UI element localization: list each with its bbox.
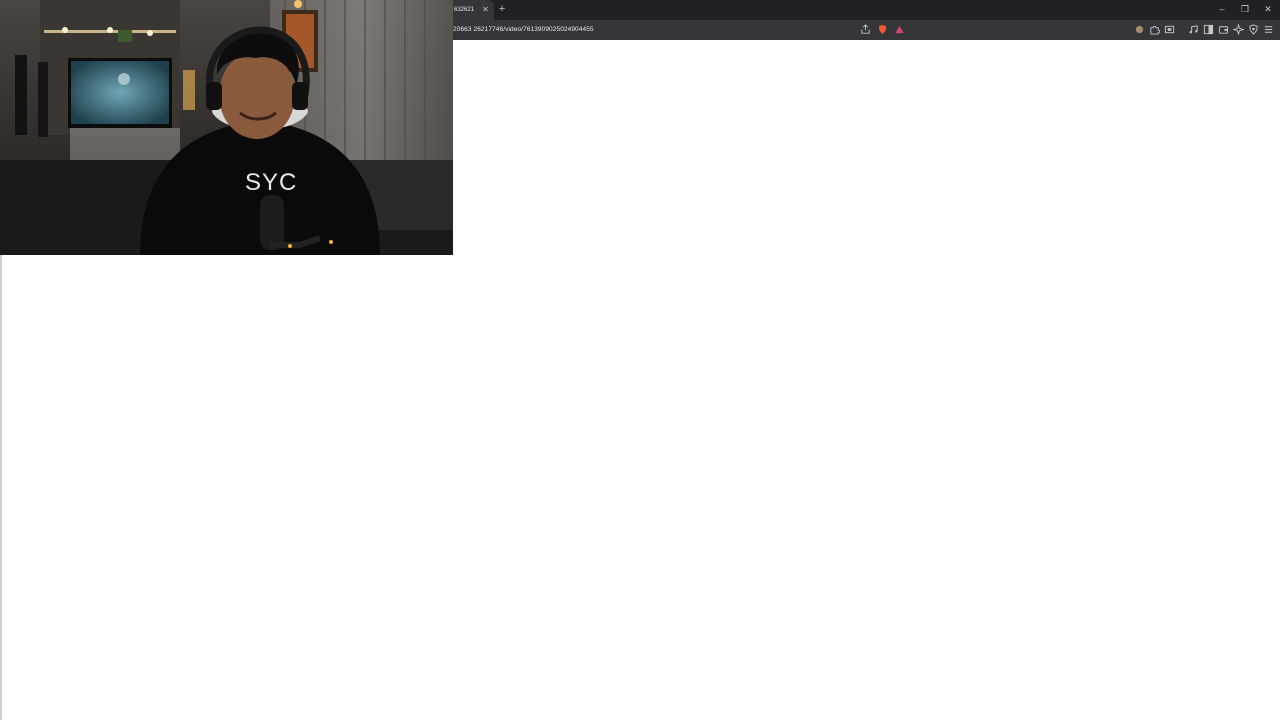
webcam-overlay: SYC: [0, 0, 453, 255]
webcam-scene: SYC: [0, 0, 453, 255]
music-note-icon[interactable]: [1188, 24, 1199, 35]
cookie-extension-icon[interactable]: [1134, 24, 1145, 35]
close-icon[interactable]: ✕: [481, 5, 490, 14]
brave-shields-icon[interactable]: [877, 24, 888, 35]
plus-icon[interactable]: +: [497, 3, 507, 15]
brave-rewards-icon[interactable]: [894, 24, 905, 35]
vpn-shield-icon[interactable]: [1248, 24, 1259, 35]
leo-ai-icon[interactable]: [1233, 24, 1244, 35]
address-bar-url[interactable]: 20663 26217746/video/7613909025024904455: [453, 23, 913, 37]
tab-title: 632621: [454, 7, 475, 13]
screenshot-icon[interactable]: [1164, 24, 1175, 35]
minimize-icon[interactable]: –: [1215, 3, 1229, 16]
menu-icon[interactable]: [1263, 24, 1274, 35]
hoodie-logo-text: SYC: [245, 169, 297, 196]
window-close-icon[interactable]: ✕: [1261, 3, 1275, 16]
share-icon[interactable]: [860, 24, 871, 35]
sidebar-icon[interactable]: [1203, 24, 1214, 35]
restore-icon[interactable]: ❐: [1238, 3, 1252, 16]
wallet-icon[interactable]: [1218, 24, 1229, 35]
puzzle-extensions-icon[interactable]: [1149, 24, 1160, 35]
active-tab[interactable]: 632621 ✕: [446, 0, 494, 20]
